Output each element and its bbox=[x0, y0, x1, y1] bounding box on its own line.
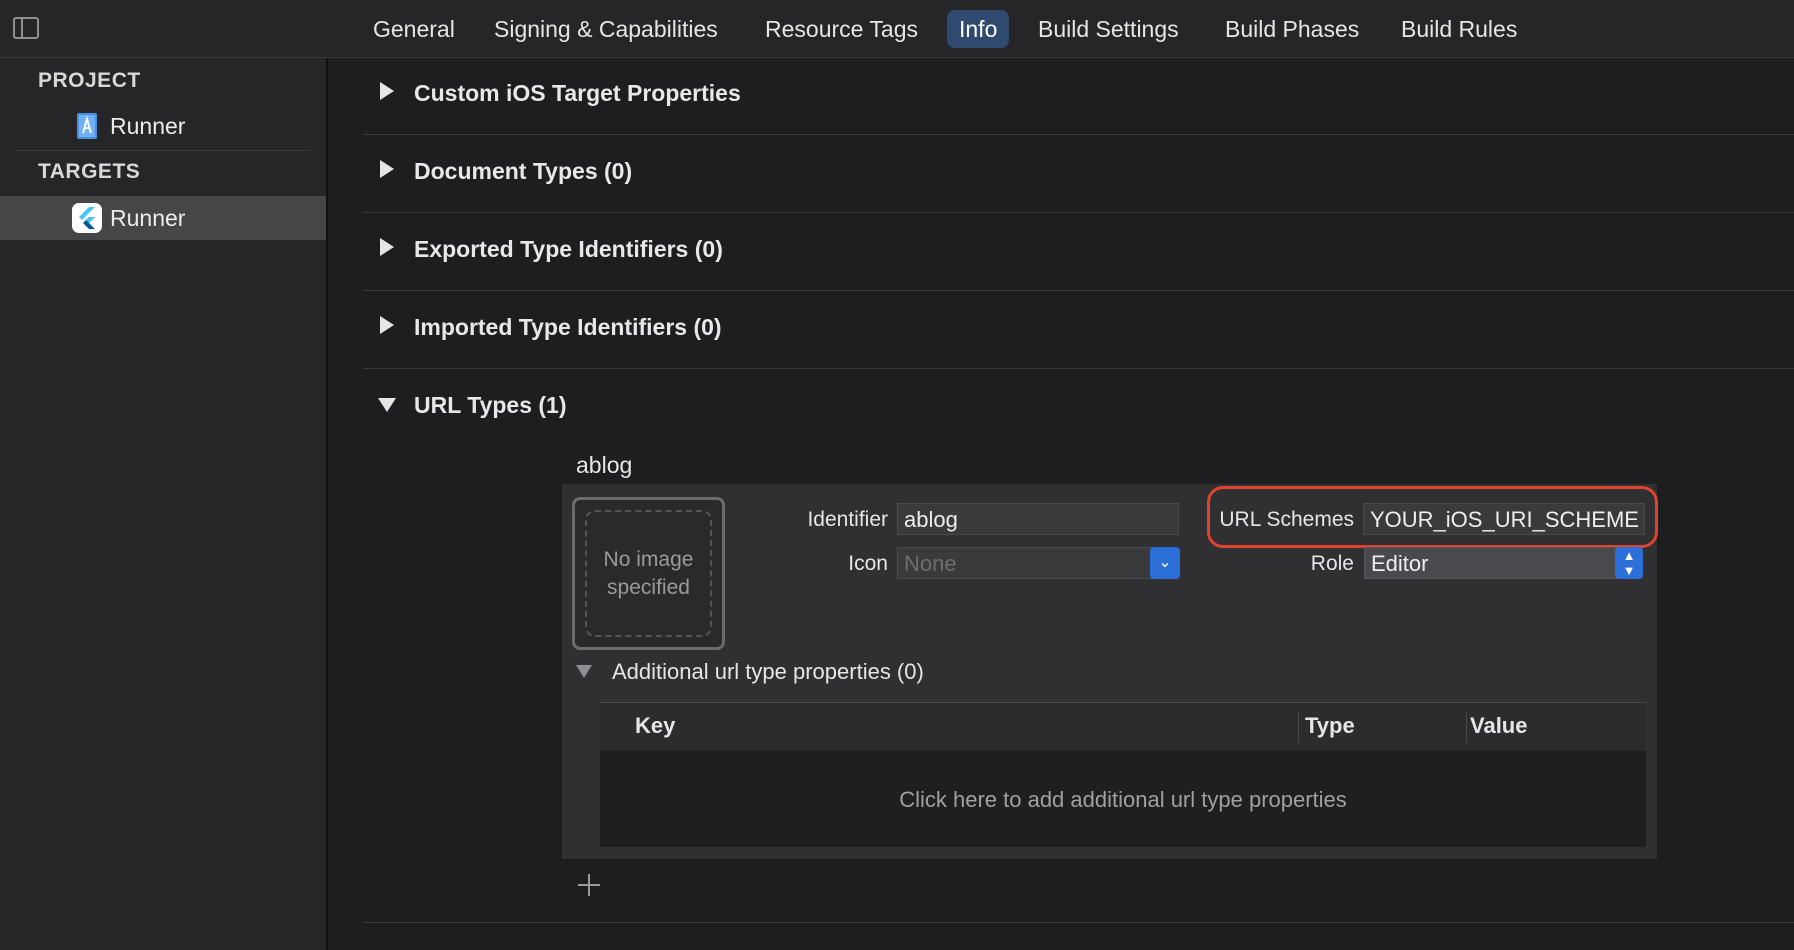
project-navigator: PROJECT Runner TARGETS Runner bbox=[0, 58, 328, 950]
section-title: Exported Type Identifiers (0) bbox=[414, 236, 723, 262]
role-label: Role bbox=[1310, 552, 1354, 575]
tab-build-settings[interactable]: Build Settings bbox=[1026, 10, 1191, 48]
icon-label: Icon bbox=[848, 552, 888, 575]
empty-table-hint[interactable]: Click here to add additional url type pr… bbox=[600, 787, 1646, 813]
properties-table-header: Key Type Value bbox=[600, 702, 1646, 752]
xcode-project-icon bbox=[77, 113, 97, 139]
url-type-image-well[interactable]: No image specified bbox=[572, 497, 725, 650]
tab-general[interactable]: General bbox=[361, 10, 467, 48]
up-down-chevron-icon[interactable]: ▲ ▼ bbox=[1615, 547, 1643, 579]
section-divider bbox=[364, 922, 1794, 923]
tab-info[interactable]: Info bbox=[947, 10, 1010, 48]
value-column-header[interactable]: Value bbox=[1470, 713, 1527, 739]
project-item-label: Runner bbox=[110, 113, 186, 139]
section-title: Custom iOS Target Properties bbox=[414, 80, 741, 106]
identifier-label: Identifier bbox=[807, 508, 888, 531]
flutter-app-icon bbox=[72, 203, 102, 233]
project-section-header: PROJECT bbox=[38, 69, 141, 92]
section-title: Imported Type Identifiers (0) bbox=[414, 314, 722, 340]
target-item-runner[interactable]: Runner bbox=[0, 196, 326, 240]
disclosure-right-icon[interactable] bbox=[380, 238, 394, 256]
column-separator bbox=[1466, 711, 1467, 743]
disclosure-right-icon[interactable] bbox=[380, 316, 394, 334]
section-exported-type-identifiers[interactable]: Exported Type Identifiers (0) bbox=[364, 212, 1794, 291]
targets-section-header: TARGETS bbox=[38, 160, 141, 183]
key-column-header[interactable]: Key bbox=[635, 713, 675, 739]
section-url-types[interactable]: URL Types (1) bbox=[364, 368, 1794, 446]
section-document-types[interactable]: Document Types (0) bbox=[364, 134, 1794, 213]
disclosure-right-icon[interactable] bbox=[380, 160, 394, 178]
editor-tab-bar: General Signing & Capabilities Resource … bbox=[0, 0, 1794, 58]
type-column-header[interactable]: Type bbox=[1305, 713, 1355, 739]
project-item-runner[interactable]: Runner bbox=[0, 104, 326, 148]
url-schemes-highlight bbox=[1207, 486, 1658, 548]
icon-combo-field[interactable]: None bbox=[897, 547, 1153, 579]
identifier-field[interactable]: ablog bbox=[897, 503, 1179, 535]
role-popup[interactable]: Editor bbox=[1364, 547, 1620, 579]
image-placeholder-text: No image specified bbox=[585, 510, 712, 637]
section-custom-ios-target-properties[interactable]: Custom iOS Target Properties bbox=[364, 56, 1794, 135]
additional-properties-title[interactable]: Additional url type properties (0) bbox=[612, 659, 924, 685]
section-title: URL Types (1) bbox=[414, 392, 567, 418]
section-imported-type-identifiers[interactable]: Imported Type Identifiers (0) bbox=[364, 290, 1794, 369]
section-title: Document Types (0) bbox=[414, 158, 633, 184]
properties-table-body[interactable]: Click here to add additional url type pr… bbox=[600, 751, 1646, 847]
column-separator bbox=[1298, 711, 1299, 743]
tab-build-rules[interactable]: Build Rules bbox=[1389, 10, 1529, 48]
add-icon[interactable] bbox=[576, 872, 602, 898]
sidebar-toggle-icon[interactable] bbox=[13, 17, 39, 39]
disclosure-down-icon[interactable] bbox=[378, 398, 396, 412]
tab-build-phases[interactable]: Build Phases bbox=[1213, 10, 1371, 48]
navigator-divider bbox=[16, 150, 310, 151]
tab-resource-tags[interactable]: Resource Tags bbox=[753, 10, 930, 48]
disclosure-right-icon[interactable] bbox=[380, 82, 394, 100]
tab-signing-capabilities[interactable]: Signing & Capabilities bbox=[482, 10, 730, 48]
url-type-name: ablog bbox=[576, 452, 633, 478]
disclosure-down-icon[interactable] bbox=[576, 665, 592, 678]
target-item-label: Runner bbox=[110, 205, 186, 231]
chevron-down-icon[interactable]: ⌄ bbox=[1150, 547, 1180, 579]
